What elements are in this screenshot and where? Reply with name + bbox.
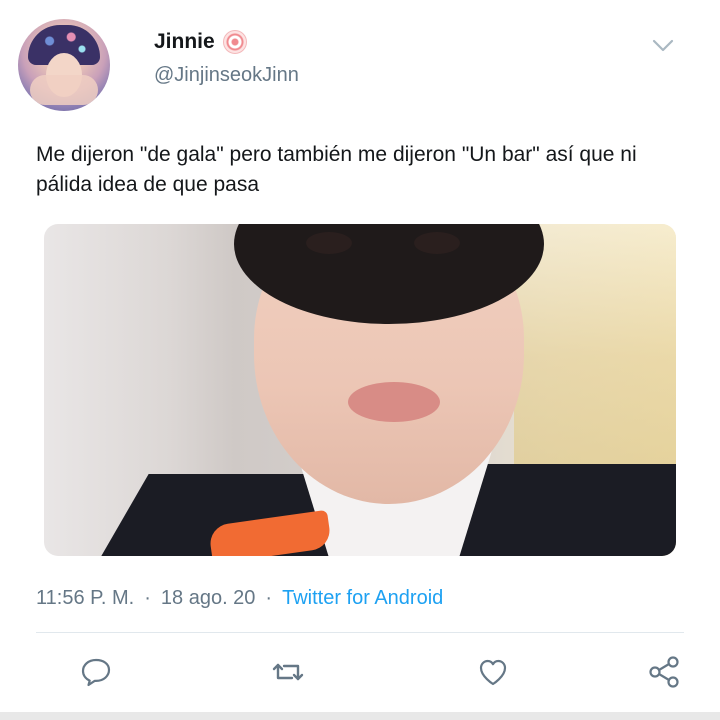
media-lips (348, 382, 440, 422)
user-handle[interactable]: @JinjinseokJinn (154, 64, 299, 87)
share-icon[interactable] (646, 654, 682, 690)
tweet-source-link[interactable]: Twitter for Android (282, 587, 443, 610)
media-eye-right (414, 232, 460, 254)
media-eye-left (306, 232, 352, 254)
meta-separator: · (265, 587, 273, 609)
avatar[interactable] (18, 19, 110, 111)
retweet-icon[interactable] (270, 654, 306, 690)
tweet-media-image[interactable] (44, 224, 676, 556)
tweet-meta: 11:56 P. M. · 18 ago. 20 · Twitter for A… (36, 587, 443, 610)
tweet-actions (0, 650, 720, 694)
chevron-down-icon[interactable] (650, 36, 676, 56)
reply-icon[interactable] (78, 654, 114, 690)
fish-cake-emoji-icon (222, 30, 247, 54)
tweet-text: Me dijeron "de gala" pero también me dij… (36, 143, 637, 196)
like-icon[interactable] (475, 654, 511, 690)
bottom-edge (0, 712, 720, 720)
display-name[interactable]: Jinnie (154, 30, 215, 54)
tweet-time: 11:56 P. M. (36, 587, 135, 609)
avatar-hands (30, 75, 98, 105)
divider (36, 632, 684, 633)
meta-separator: · (144, 587, 151, 609)
tweet-date: 18 ago. 20 (160, 587, 256, 609)
user-name-row[interactable]: Jinnie (154, 30, 247, 54)
